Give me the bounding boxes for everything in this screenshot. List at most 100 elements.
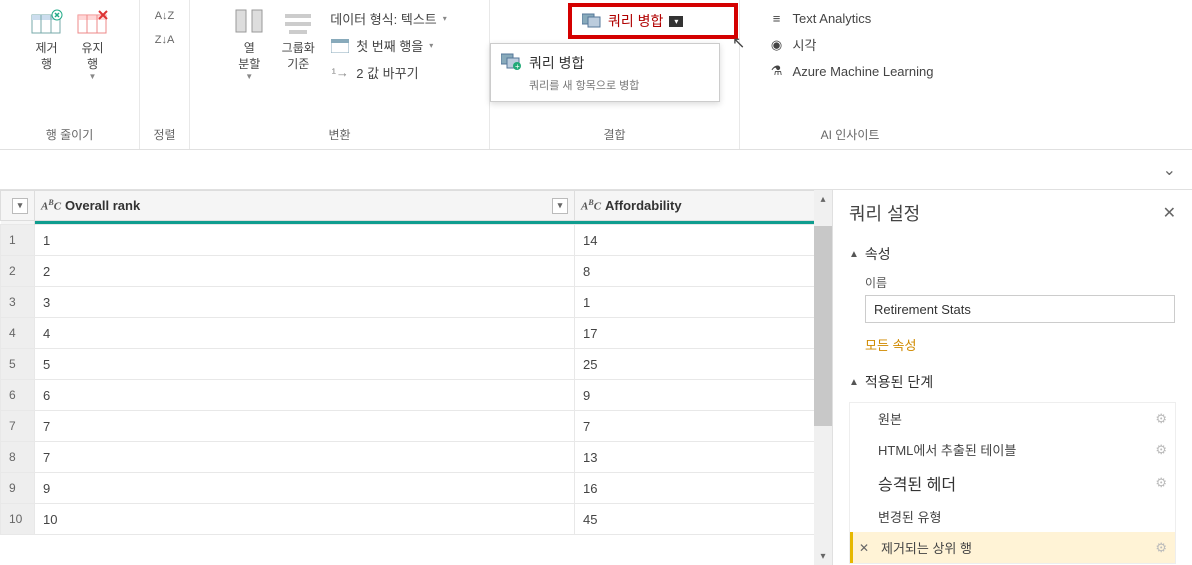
svg-text:+: + [515, 62, 520, 70]
first-row-header-button[interactable]: 첫 번째 행을 ▾ [326, 34, 451, 57]
row-number-cell: 7 [1, 411, 35, 442]
applied-steps-header[interactable]: ▲ 적용된 단계 [849, 372, 1176, 392]
merge-dropdown-arrow[interactable]: ▾ [669, 16, 683, 27]
merge-queries-dropdown: + 쿼리 병합 쿼리를 새 항목으로 병합 [490, 43, 720, 102]
close-settings-button[interactable]: ✕ [1163, 203, 1176, 223]
all-properties-link[interactable]: 모든 속성 [865, 335, 916, 354]
cell-affordability[interactable]: 7 [575, 411, 832, 442]
expand-formula-button[interactable]: ⌄ [1163, 160, 1176, 180]
group-by-button[interactable]: 그룹화 기준 [274, 5, 322, 74]
keep-rows-button[interactable]: 유지 행 ▼ [72, 5, 114, 85]
cell-overall-rank[interactable]: 9 [35, 473, 575, 504]
ai-group-label: AI 인사이트 [748, 122, 952, 149]
chevron-down-icon: ▾ [429, 41, 433, 50]
split-column-icon [232, 7, 266, 37]
cell-overall-rank[interactable]: 7 [35, 411, 575, 442]
row-number-cell: 5 [1, 349, 35, 380]
row-number-cell: 2 [1, 256, 35, 287]
remove-rows-button[interactable]: 제거 행 [26, 5, 68, 74]
column-header-affordability[interactable]: ABC Affordability [575, 191, 832, 221]
reduce-rows-group-label: 행 줄이기 [8, 122, 131, 149]
table-row[interactable]: 8 7 13 [1, 442, 832, 473]
split-column-button[interactable]: 열 분할 ▼ [228, 5, 270, 85]
sort-group-label: 정렬 [148, 122, 181, 149]
table-row[interactable]: 3 3 1 [1, 287, 832, 318]
vision-button[interactable]: ◉ 시각 [763, 33, 938, 56]
group-by-label: 그룹화 기준 [282, 41, 315, 72]
table-options-button[interactable]: ▾ [12, 198, 28, 214]
sort-asc-button[interactable]: A↓Z [155, 7, 175, 25]
col1-filter-button[interactable]: ▾ [552, 198, 568, 214]
step-source[interactable]: 원본 ⚙ [850, 403, 1175, 434]
merge-queries-highlight: 쿼리 병합 ▾ [568, 3, 738, 39]
cell-overall-rank[interactable]: 4 [35, 318, 575, 349]
properties-section-header[interactable]: ▲ 속성 [849, 244, 1176, 264]
cell-affordability[interactable]: 9 [575, 380, 832, 411]
split-column-label: 열 분할 [238, 41, 260, 72]
cell-affordability[interactable]: 14 [575, 225, 832, 256]
query-name-input[interactable] [865, 295, 1175, 323]
table-row[interactable]: 9 9 16 [1, 473, 832, 504]
cell-affordability[interactable]: 8 [575, 256, 832, 287]
replace-values-button[interactable]: ¹→ 2 값 바꾸기 [326, 61, 451, 84]
main: ▾ ABC Overall rank ▾ ABC Affordability [0, 190, 1192, 565]
table-row[interactable]: 6 6 9 [1, 380, 832, 411]
cell-overall-rank[interactable]: 7 [35, 442, 575, 473]
scroll-up-icon[interactable]: ▴ [814, 190, 832, 208]
cell-affordability[interactable]: 25 [575, 349, 832, 380]
triangle-down-icon: ▲ [849, 249, 859, 260]
delete-step-button[interactable]: ✕ [859, 541, 869, 555]
cell-overall-rank[interactable]: 10 [35, 504, 575, 535]
replace-label: 2 값 바꾸기 [356, 63, 418, 82]
scroll-thumb[interactable] [814, 226, 832, 426]
column-header-overall-rank[interactable]: ABC Overall rank ▾ [35, 191, 575, 221]
cell-affordability[interactable]: 17 [575, 318, 832, 349]
merge-new-item[interactable]: + 쿼리 병합 [501, 52, 709, 73]
ribbon-group-ai: ≡ Text Analytics ◉ 시각 ⚗ Azure Machine Le… [740, 0, 960, 149]
cell-affordability[interactable]: 16 [575, 473, 832, 504]
table-row[interactable]: 1 1 14 [1, 225, 832, 256]
step-promoted-headers[interactable]: 승격된 헤더 ⚙ [850, 465, 1175, 501]
merge-queries-label: 쿼리 병합 [608, 11, 663, 31]
step-extracted-table[interactable]: HTML에서 추출된 테이블 ⚙ [850, 434, 1175, 465]
data-type-label: 데이터 형식: 텍스트 [330, 9, 437, 28]
merge-queries-button[interactable]: 쿼리 병합 ▾ [572, 7, 734, 35]
ribbon: 제거 행 유지 행 ▼ 행 줄이기 A↓Z Z↓A 정렬 [0, 0, 1192, 150]
text-analytics-button[interactable]: ≡ Text Analytics [763, 7, 938, 29]
row-number-cell: 3 [1, 287, 35, 318]
gear-icon[interactable]: ⚙ [1155, 442, 1167, 458]
cell-overall-rank[interactable]: 3 [35, 287, 575, 318]
table-row[interactable]: 5 5 25 [1, 349, 832, 380]
table-row[interactable]: 2 2 8 [1, 256, 832, 287]
cell-overall-rank[interactable]: 6 [35, 380, 575, 411]
vertical-scrollbar[interactable]: ▴ ▾ [814, 190, 832, 565]
gear-icon[interactable]: ⚙ [1155, 411, 1167, 427]
cell-affordability[interactable]: 45 [575, 504, 832, 535]
ribbon-group-transform: 열 분할 ▼ 그룹화 기준 데이터 형식: 텍스트 ▾ 첫 번째 행을 [190, 0, 490, 149]
gear-icon[interactable]: ⚙ [1155, 540, 1167, 556]
cell-overall-rank[interactable]: 2 [35, 256, 575, 287]
table-row[interactable]: 10 10 45 [1, 504, 832, 535]
step-changed-type[interactable]: 변경된 유형 [850, 501, 1175, 532]
gear-icon[interactable]: ⚙ [1155, 475, 1167, 491]
table-row[interactable]: 7 7 7 [1, 411, 832, 442]
data-type-button[interactable]: 데이터 형식: 텍스트 ▾ [326, 7, 451, 30]
merge-new-subtitle: 쿼리를 새 항목으로 병합 [501, 77, 709, 93]
aml-button[interactable]: ⚗ Azure Machine Learning [763, 60, 938, 82]
cell-affordability[interactable]: 13 [575, 442, 832, 473]
sort-desc-button[interactable]: Z↓A [155, 31, 175, 49]
table-row[interactable]: 4 4 17 [1, 318, 832, 349]
data-table: ▾ ABC Overall rank ▾ ABC Affordability [0, 190, 832, 535]
data-grid: ▾ ABC Overall rank ▾ ABC Affordability [0, 190, 832, 565]
cell-overall-rank[interactable]: 5 [35, 349, 575, 380]
cell-overall-rank[interactable]: 1 [35, 225, 575, 256]
first-row-label: 첫 번째 행을 [356, 36, 423, 55]
scroll-down-icon[interactable]: ▾ [814, 547, 832, 565]
col2-label: Affordability [605, 198, 682, 213]
text-analytics-icon: ≡ [767, 9, 787, 27]
keep-rows-icon [76, 7, 110, 37]
step-removed-top-rows[interactable]: ✕ 제거되는 상위 행 ⚙ [850, 532, 1175, 563]
aml-label: Azure Machine Learning [793, 64, 934, 79]
cell-affordability[interactable]: 1 [575, 287, 832, 318]
row-number-cell: 1 [1, 225, 35, 256]
